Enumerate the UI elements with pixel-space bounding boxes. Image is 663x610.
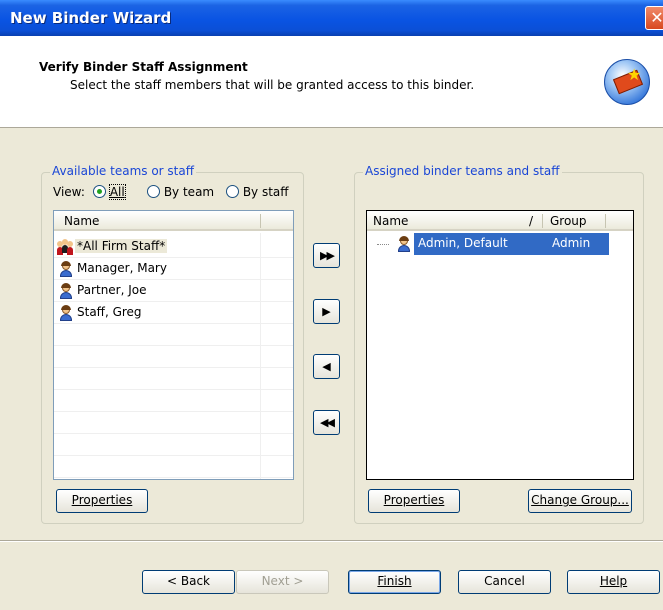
empty-row bbox=[54, 390, 293, 412]
wizard-window: New Binder Wizard ✕ Verify Binder Staff … bbox=[0, 0, 663, 610]
person-icon bbox=[58, 305, 74, 321]
column-separator[interactable] bbox=[542, 214, 543, 228]
available-list-header: Name bbox=[54, 211, 293, 231]
assigned-name: Admin, Default bbox=[418, 236, 508, 250]
empty-row bbox=[54, 434, 293, 456]
empty-row bbox=[54, 412, 293, 434]
column-name-header[interactable]: Name bbox=[64, 214, 99, 228]
list-item[interactable]: Staff, Greg bbox=[54, 302, 293, 324]
wizard-header: Verify Binder Staff Assignment Select th… bbox=[0, 36, 663, 128]
page-title: Verify Binder Staff Assignment bbox=[39, 60, 248, 74]
column-name-header[interactable]: Name bbox=[373, 214, 408, 228]
change-group-button[interactable]: Change Group... bbox=[528, 489, 632, 513]
assigned-properties-label: Properties bbox=[383, 493, 445, 507]
view-all-label: All bbox=[108, 184, 126, 200]
double-left-arrow-icon: ◀◀ bbox=[320, 416, 335, 429]
list-item[interactable]: Manager, Mary bbox=[54, 258, 293, 280]
left-arrow-icon: ◀ bbox=[322, 360, 331, 373]
available-properties-button[interactable]: Properties bbox=[56, 489, 148, 513]
title-bar[interactable]: New Binder Wizard ✕ bbox=[0, 0, 663, 36]
assigned-group-label: Assigned binder teams and staff bbox=[363, 164, 562, 178]
assigned-properties-button[interactable]: Properties bbox=[368, 489, 460, 513]
list-item-label: Manager, Mary bbox=[77, 261, 167, 275]
view-label: View: bbox=[53, 185, 85, 199]
change-group-label: Change Group... bbox=[531, 493, 629, 507]
window-title: New Binder Wizard bbox=[10, 9, 172, 27]
add-button[interactable]: ▶ bbox=[313, 299, 340, 324]
close-button[interactable]: ✕ bbox=[645, 6, 663, 30]
list-item-label: Partner, Joe bbox=[77, 283, 147, 297]
sort-indicator-icon: / bbox=[529, 214, 534, 228]
assigned-row[interactable]: Admin, Default Admin bbox=[367, 233, 633, 255]
person-icon bbox=[396, 236, 412, 252]
person-icon bbox=[58, 261, 74, 277]
tree-connector bbox=[377, 244, 389, 245]
cancel-button[interactable]: Cancel bbox=[458, 570, 551, 594]
next-label: Next > bbox=[261, 574, 304, 588]
available-group-label: Available teams or staff bbox=[50, 164, 196, 178]
list-item-label: *All Firm Staff* bbox=[75, 239, 168, 253]
page-subtitle: Select the staff members that will be gr… bbox=[70, 78, 475, 92]
star-icon: ★ bbox=[627, 65, 642, 84]
help-label: Help bbox=[599, 574, 628, 588]
back-button[interactable]: < Back bbox=[142, 570, 235, 594]
empty-row bbox=[54, 346, 293, 368]
radio-by-team-indicator[interactable] bbox=[147, 185, 160, 198]
list-item[interactable]: *All Firm Staff* bbox=[54, 236, 293, 258]
available-properties-label: Properties bbox=[71, 493, 133, 507]
assigned-group-value: Admin bbox=[552, 236, 591, 250]
view-by-staff-radio[interactable]: By staff bbox=[226, 185, 289, 199]
remove-all-button[interactable]: ◀◀ bbox=[313, 410, 340, 435]
available-list[interactable]: Name *All Firm Staff* Manager, Mary Part… bbox=[53, 210, 294, 480]
person-icon bbox=[58, 283, 74, 299]
add-all-button[interactable]: ▶▶ bbox=[313, 243, 340, 268]
double-right-arrow-icon: ▶▶ bbox=[320, 249, 335, 262]
radio-by-staff-indicator[interactable] bbox=[226, 185, 239, 198]
view-options: View: All By team By staff bbox=[53, 184, 289, 200]
binder-book-icon: ★ bbox=[604, 59, 650, 105]
assigned-list-header: Name / Group bbox=[367, 211, 633, 231]
group-icon bbox=[57, 239, 73, 255]
back-label: < Back bbox=[166, 574, 210, 588]
empty-row bbox=[54, 324, 293, 346]
close-icon: ✕ bbox=[650, 8, 663, 27]
column-group-header[interactable]: Group bbox=[550, 214, 587, 228]
finish-label: Finish bbox=[377, 574, 412, 588]
finish-button[interactable]: Finish bbox=[348, 570, 441, 594]
list-item-label: Staff, Greg bbox=[77, 305, 142, 319]
empty-row bbox=[54, 456, 293, 478]
column-separator[interactable] bbox=[605, 214, 606, 228]
selected-row-highlight: Admin, Default Admin bbox=[414, 233, 609, 255]
assigned-list[interactable]: Name / Group Admin, Default Admin bbox=[366, 210, 634, 480]
view-by-team-radio[interactable]: By team bbox=[147, 185, 214, 199]
view-by-staff-label: By staff bbox=[242, 185, 289, 199]
help-button[interactable]: Help bbox=[567, 570, 660, 594]
right-arrow-icon: ▶ bbox=[322, 305, 331, 318]
cancel-label: Cancel bbox=[484, 574, 525, 588]
remove-button[interactable]: ◀ bbox=[313, 354, 340, 379]
view-by-team-label: By team bbox=[163, 185, 215, 199]
column-separator[interactable] bbox=[260, 214, 261, 228]
footer-separator bbox=[0, 540, 663, 542]
view-all-radio[interactable]: All bbox=[93, 184, 126, 200]
list-item[interactable]: Partner, Joe bbox=[54, 280, 293, 302]
radio-all-indicator[interactable] bbox=[93, 185, 106, 198]
next-button[interactable]: Next > bbox=[236, 570, 329, 594]
empty-row bbox=[54, 368, 293, 390]
